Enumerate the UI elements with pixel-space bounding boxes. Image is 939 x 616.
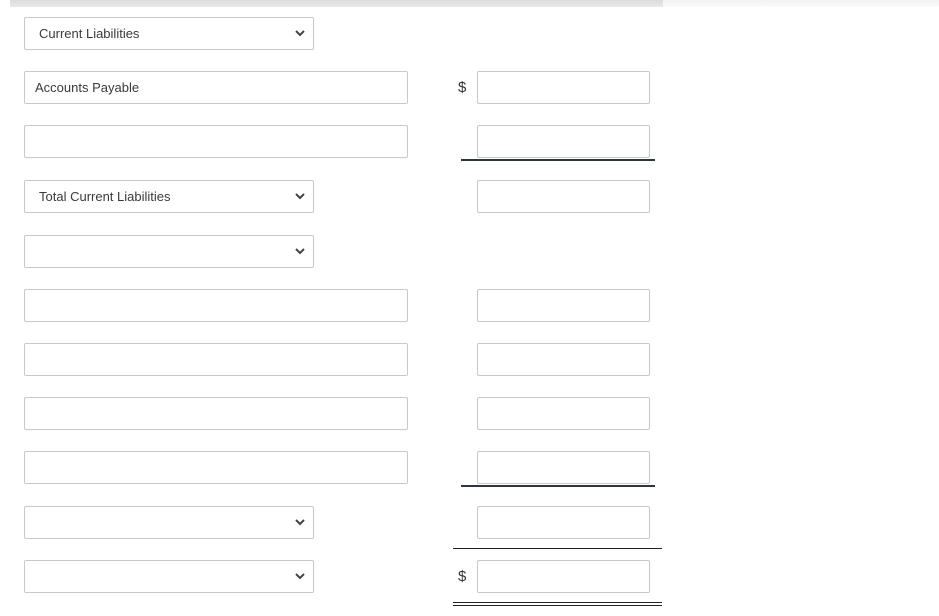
input-value: Accounts Payable — [35, 80, 140, 95]
account-name-input[interactable]: Accounts Payable — [24, 71, 408, 104]
total-amount-input[interactable] — [477, 180, 650, 213]
amount-input[interactable] — [477, 289, 650, 322]
chevron-down-icon — [295, 236, 305, 267]
grand-total-label-select[interactable] — [24, 560, 314, 593]
chevron-down-icon — [295, 561, 305, 592]
chevron-down-icon — [295, 18, 305, 49]
select-value: Total Current Liabilities — [39, 189, 171, 204]
total-label-select[interactable]: Total Current Liabilities — [24, 180, 314, 213]
double-underline-top — [453, 602, 662, 603]
top-divider-bar — [10, 0, 663, 7]
account-name-input[interactable] — [24, 125, 408, 158]
account-category-select-current-liabilities[interactable]: Current Liabilities — [24, 17, 314, 50]
total-rule — [453, 548, 662, 549]
grand-total-amount-input[interactable] — [477, 560, 650, 593]
select-value: Current Liabilities — [39, 26, 140, 41]
amount-input[interactable] — [477, 125, 650, 158]
amount-input[interactable] — [477, 451, 650, 484]
currency-symbol: $ — [458, 568, 467, 585]
double-underline-bottom — [453, 605, 662, 606]
top-divider-bar-faded — [663, 0, 939, 7]
amount-input[interactable] — [477, 343, 650, 376]
currency-symbol: $ — [458, 79, 467, 96]
chevron-down-icon — [295, 181, 305, 212]
subtotal-underline — [461, 485, 655, 487]
amount-input[interactable] — [477, 397, 650, 430]
amount-input[interactable] — [477, 71, 650, 104]
account-category-select[interactable] — [24, 235, 314, 268]
chevron-down-icon — [295, 507, 305, 538]
account-name-input[interactable] — [24, 289, 408, 322]
account-name-input[interactable] — [24, 451, 408, 484]
total-amount-input[interactable] — [477, 506, 650, 539]
total-label-select[interactable] — [24, 506, 314, 539]
account-name-input[interactable] — [24, 343, 408, 376]
account-name-input[interactable] — [24, 397, 408, 430]
subtotal-underline — [461, 159, 655, 161]
